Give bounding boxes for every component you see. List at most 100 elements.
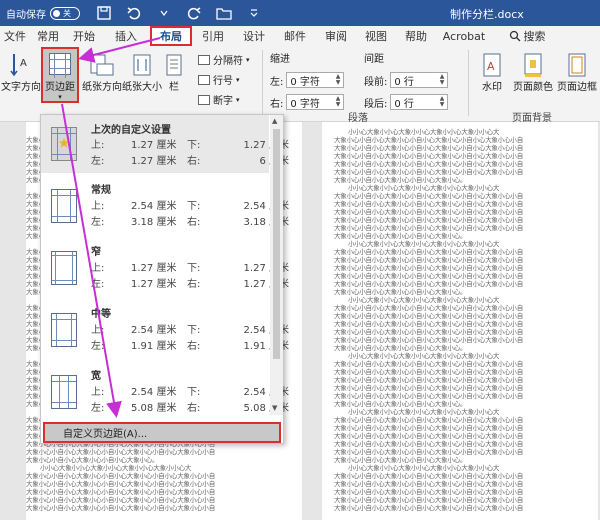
text-direction-icon: A	[10, 54, 27, 77]
document-text-line: 大象小心小自小心大象小心小自小心大象小心。	[334, 456, 467, 464]
line-numbers-button[interactable]: 行号 ▾	[198, 72, 240, 87]
open-folder-icon[interactable]	[216, 5, 232, 21]
document-text-line: 大象小心小自小心大象小心小自小心大象小心小自小心大象小心小自	[334, 208, 524, 216]
tab-mailings[interactable]: 邮件	[274, 26, 316, 46]
breaks-button[interactable]: 分隔符 ▾	[198, 52, 250, 67]
orientation-button[interactable]: 纸张方向	[82, 52, 122, 93]
document-text-line: 大象小心小自小心大象小心小自小心大象小心小自小心大象小心小自	[334, 360, 524, 368]
tab-acrobat[interactable]: Acrobat	[436, 26, 492, 46]
columns-label: 栏	[169, 82, 179, 93]
margin-preset-last-custom[interactable]: 上次的自定义设置 上: 1.27 厘米 下: 1.27 厘米 左: 1.27 厘…	[41, 115, 289, 173]
hyphenation-icon	[198, 94, 210, 105]
document-text-line: 大象小心小自小心大象小心小自小心大象小心小自小心大象小心小自	[26, 504, 216, 512]
spin-arrows-icon[interactable]: ▲ ▼	[336, 74, 341, 86]
spacing-after-label: 段后:	[364, 98, 388, 110]
tab-insert[interactable]: 插入	[102, 26, 150, 46]
search-icon	[509, 30, 520, 42]
undo-dropdown-icon[interactable]	[156, 5, 172, 21]
tab-help[interactable]: 帮助	[396, 26, 436, 46]
document-text-line: 大象小心小自小心大象小心小自小心大象小心小自小心大象小心小自	[334, 488, 524, 496]
scroll-thumb[interactable]	[273, 129, 280, 359]
margin-preset-narrow[interactable]: 窄 上: 1.27 厘米 下: 1.27 厘米 左: 1.27 厘米 右: 1.…	[41, 237, 289, 297]
bottom-label: 下:	[187, 201, 201, 212]
tab-home[interactable]: 开始	[66, 26, 102, 46]
margin-preset-icon	[51, 127, 77, 161]
autosave-toggle-text: 关	[63, 8, 71, 18]
page-color-button[interactable]: 页面颜色	[511, 52, 555, 93]
margin-preset-moderate[interactable]: 中等 上: 2.54 厘米 下: 2.54 厘米 左: 1.91 厘米 右: 1…	[41, 299, 289, 359]
autosave-control[interactable]: 自动保存 关	[0, 6, 80, 21]
tab-common[interactable]: 常用	[30, 26, 66, 46]
chevron-down-icon: ▾	[236, 75, 240, 84]
tab-references[interactable]: 引用	[192, 26, 234, 46]
watermark-button[interactable]: A 水印	[474, 52, 510, 93]
document-text-line: 大象小心小自小心大象小心小自小心大象小心小自小心大象小心小自	[334, 440, 524, 448]
search-box[interactable]: 搜索	[492, 26, 562, 46]
top-value: 1.27 厘米	[131, 263, 177, 274]
svg-text:A: A	[20, 58, 27, 69]
spin-arrows-icon[interactable]: ▲ ▼	[440, 96, 445, 108]
margin-preset-icon	[51, 375, 77, 409]
scroll-up-icon[interactable]: ▲	[272, 117, 277, 125]
size-button[interactable]: 纸张大小	[122, 52, 162, 93]
spacing-before-input[interactable]: 0 行 ▲ ▼	[390, 72, 449, 88]
spin-arrows-icon[interactable]: ▲ ▼	[440, 74, 445, 86]
document-text-line: 大象小心小自小心大象小心小自小心大象小心小自小心大象小心小自	[334, 448, 524, 456]
margins-dropdown: 上次的自定义设置 上: 1.27 厘米 下: 1.27 厘米 左: 1.27 厘…	[40, 114, 289, 444]
right-label: 右:	[187, 403, 201, 414]
indent-left-value: 0 字符	[290, 76, 320, 88]
separator	[262, 50, 263, 116]
document-text-line: 大象小心小自小心大象小心小自小心大象小心小自小心大象小心小自	[334, 328, 524, 336]
tab-layout[interactable]: 布局	[150, 26, 192, 46]
spacing-after-input[interactable]: 0 行 ▲ ▼	[390, 94, 449, 110]
indent-left-input[interactable]: 0 字符 ▲ ▼	[286, 72, 345, 88]
document-text-line: 大象小心小自小心大象小心小自小心大象小心小自小心大象小心小自	[334, 152, 524, 160]
save-icon[interactable]	[96, 5, 112, 21]
customize-qat-icon[interactable]	[246, 5, 262, 21]
page-border-icon	[568, 53, 586, 77]
page-border-button[interactable]: 页面边框	[555, 52, 599, 93]
document-text-line: 大象小心小自小心大象小心小自小心大象小心小自小心大象小心小自	[334, 392, 524, 400]
document-text-line: 大象小心小自小心大象小心小自小心大象小心小自小心大象小心小自	[334, 264, 524, 272]
custom-margins-item[interactable]: 自定义页边距(A)...	[43, 422, 281, 443]
left-value: 3.18 厘米	[131, 217, 177, 228]
toggle-knob	[53, 9, 60, 17]
tab-design[interactable]: 设计	[234, 26, 274, 46]
margin-preset-normal[interactable]: 常规 上: 2.54 厘米 下: 2.54 厘米 左: 3.18 厘米 右: 3…	[41, 175, 289, 235]
bottom-label: 下:	[187, 387, 201, 398]
margins-button[interactable]: 页边距 ▾	[41, 47, 79, 103]
tab-review[interactable]: 审阅	[316, 26, 356, 46]
columns-button[interactable]: 栏	[163, 52, 185, 93]
spin-arrows-icon[interactable]: ▲ ▼	[336, 96, 341, 108]
undo-icon[interactable]	[126, 5, 142, 21]
redo-icon[interactable]	[186, 5, 202, 21]
left-value: 1.27 厘米	[131, 156, 177, 167]
tab-view[interactable]: 视图	[356, 26, 396, 46]
chevron-down-icon: ▾	[58, 93, 62, 101]
margins-icon	[49, 53, 71, 78]
dropdown-scrollbar[interactable]: ▲ ▼	[270, 115, 283, 415]
document-text-line: 大象小心小自小心大象小心小自小心大象小心小自小心大象小心小自	[334, 376, 524, 384]
tab-file[interactable]: 文件	[0, 26, 30, 46]
document-text-line: 大象小心小自小心大象小心小自小心大象小心小自小心大象小心小自	[334, 336, 524, 344]
document-text-line: 大象小心小自小心大象小心小自小心大象小心小自小心大象小心小自	[334, 200, 524, 208]
indent-right-input[interactable]: 0 字符 ▲ ▼	[286, 94, 345, 110]
right-label: 右:	[187, 156, 201, 167]
hyphenation-button[interactable]: 断字 ▾	[198, 92, 240, 107]
document-text-line: 小小心大象小小心大象小小心大象小小心大象小小心大	[348, 240, 500, 248]
text-direction-button[interactable]: A 文字方向	[1, 52, 41, 93]
orientation-icon	[90, 54, 114, 76]
top-value: 2.54 厘米	[131, 201, 177, 212]
indent-header: 缩进	[270, 54, 290, 65]
margin-preset-wide[interactable]: 宽 上: 2.54 厘米 下: 2.54 厘米 左: 5.08 厘米 右: 5.…	[41, 361, 289, 419]
document-text-line: 小小心大象小小心大象小小心大象小小心大象小小心大	[348, 408, 500, 416]
document-page-right[interactable]: 小小心大象小小心大象小小心大象小小心大象小小心大大象小心小自小心大象小心小自小心…	[322, 122, 598, 520]
document-text-line: 小小心大象小小心大象小小心大象小小心大象小小心大	[348, 128, 500, 136]
autosave-label: 自动保存	[6, 9, 46, 21]
scroll-down-icon[interactable]: ▼	[272, 404, 277, 412]
left-value: 5.08 厘米	[131, 403, 177, 414]
document-text-line: 大象小心小自小心大象小心小自小心大象小心小自小心大象小心小自	[26, 496, 216, 504]
autosave-toggle[interactable]: 关	[50, 6, 80, 20]
left-value: 1.91 厘米	[131, 341, 177, 352]
search-label: 搜索	[523, 30, 546, 43]
